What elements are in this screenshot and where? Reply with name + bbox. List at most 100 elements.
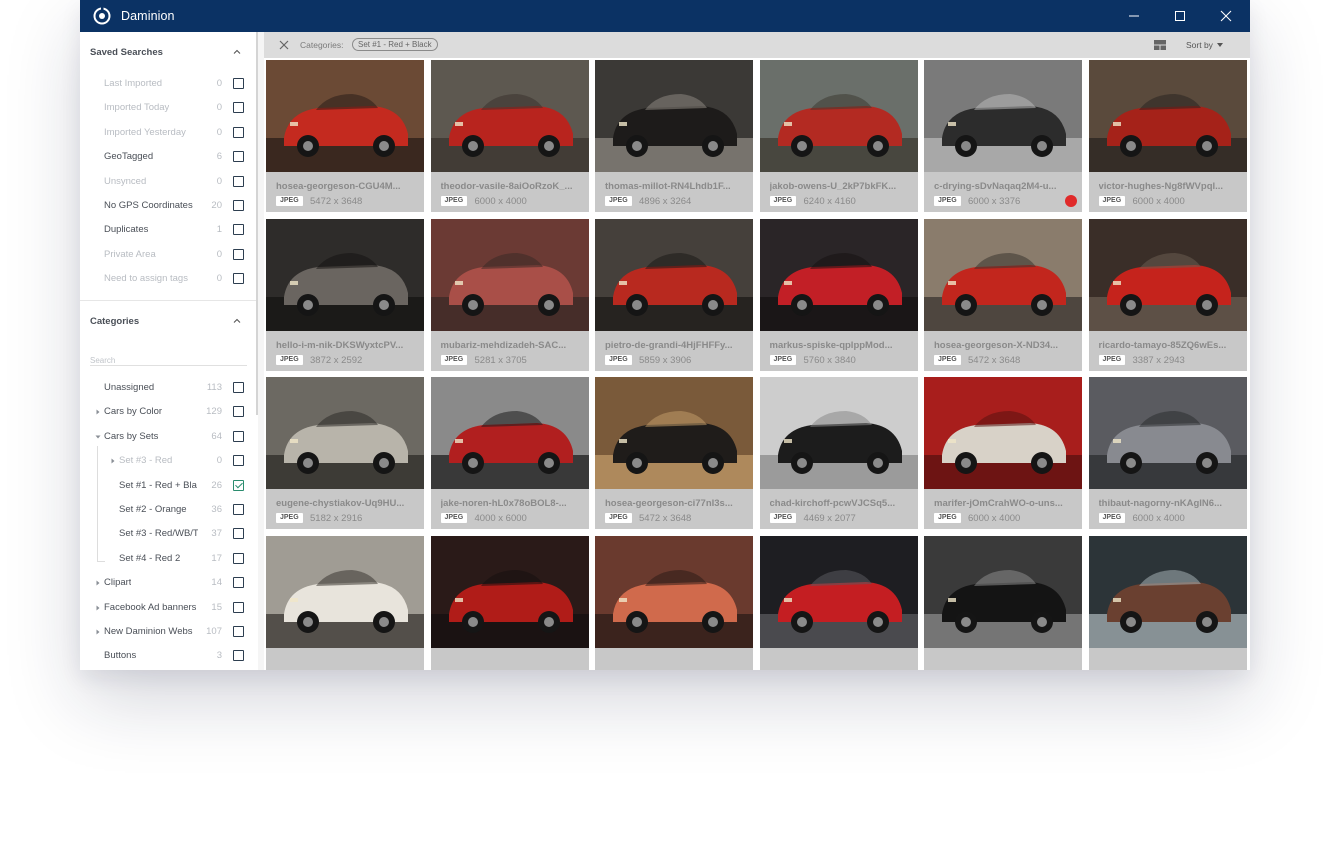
sort-by-dropdown[interactable]: Sort by xyxy=(1186,40,1223,50)
thumbnail-card[interactable]: thibaut-nagorny-nKAglN6... JPEG 6000 x 400… xyxy=(1088,377,1247,529)
thumbnail-card[interactable]: eugene-chystiakov-Uq9HU... JPEG 5182 x 291… xyxy=(266,377,424,529)
thumbnail[interactable] xyxy=(759,218,918,331)
chevron-up-icon[interactable] xyxy=(232,47,242,57)
thumbnail-card[interactable]: jake-noren-hL0x78oBOL8-... JPEG 4000 x 600… xyxy=(430,377,589,529)
thumbnail-card[interactable]: ricardo-tamayo-85ZQ6wEs... JPEG 3387 x 294… xyxy=(1088,218,1247,371)
thumbnail-card[interactable]: jakob-owens-U_2kP7bkFK... JPEG 6240 x 4160 xyxy=(759,60,918,212)
thumbnail-card[interactable]: markus-spiske-qplppMod... JPEG 5760 x 3840 xyxy=(759,218,918,371)
row-checkbox[interactable] xyxy=(233,175,244,187)
thumbnail[interactable] xyxy=(759,377,918,489)
sidebar-row[interactable]: Set #3 - Red 0 xyxy=(80,449,256,473)
thumbnail[interactable] xyxy=(266,535,424,648)
sidebar-row[interactable]: Cars by Sets 64 xyxy=(80,425,256,449)
thumbnail[interactable] xyxy=(1088,218,1247,331)
row-checkbox[interactable] xyxy=(233,455,244,467)
sidebar-row[interactable]: GeoTagged 6 xyxy=(80,145,256,169)
caret-right-icon[interactable] xyxy=(94,408,102,416)
sidebar-row[interactable]: Last Imported 0 xyxy=(80,72,256,96)
sidebar-row[interactable]: Clipart 14 xyxy=(80,571,256,595)
thumbnail[interactable] xyxy=(759,60,918,172)
thumbnail-card[interactable]: chad-kirchoff-pcwVJCSq5... JPEG 4469 x 207… xyxy=(759,377,918,529)
thumbnail[interactable] xyxy=(430,60,589,172)
row-checkbox[interactable] xyxy=(233,577,244,589)
thumbnail-card[interactable]: theodor-vasile-8aiOoRzoK_... JPEG 6000 x 4… xyxy=(430,60,589,212)
sidebar-row[interactable]: Set #1 - Red + Bla 26 xyxy=(80,474,256,498)
thumbnail[interactable] xyxy=(595,60,753,172)
thumbnail[interactable] xyxy=(1088,60,1247,172)
row-checkbox[interactable] xyxy=(233,479,244,491)
row-checkbox[interactable] xyxy=(233,430,244,442)
thumbnail[interactable] xyxy=(430,535,589,648)
thumbnail-card[interactable] xyxy=(924,535,1082,670)
sidebar-row[interactable]: Duplicates 1 xyxy=(80,218,256,242)
caret-down-icon[interactable] xyxy=(94,433,102,441)
thumbnail-card[interactable]: c-drying-sDvNaqaq2M4-u... JPEG 6000 x 3376 xyxy=(924,60,1082,212)
thumbnail-card[interactable]: mubariz-mehdizadeh-SAC... JPEG 5281 x 3705 xyxy=(430,218,589,371)
chevron-up-icon[interactable] xyxy=(232,316,242,326)
thumbnail-card[interactable]: hello-i-m-nik-DKSWyxtcPV... JPEG 3872 x 25… xyxy=(266,218,424,371)
sidebar-row[interactable]: No GPS Coordinates 20 xyxy=(80,194,256,218)
caret-right-icon[interactable] xyxy=(109,457,117,465)
row-checkbox[interactable] xyxy=(233,552,244,564)
row-checkbox[interactable] xyxy=(233,126,244,138)
thumbnail[interactable] xyxy=(595,535,753,648)
thumbnail[interactable] xyxy=(759,535,918,648)
thumbnail-card[interactable]: victor-hughes-Ng8fWVpql... JPEG 6000 x 400… xyxy=(1088,60,1247,212)
maximize-button[interactable] xyxy=(1157,0,1203,32)
thumbnail[interactable] xyxy=(924,60,1082,172)
category-search-input[interactable] xyxy=(90,354,247,365)
sidebar-row[interactable]: Set #3 - Red/WB/T 37 xyxy=(80,522,256,546)
saved-searches-header[interactable]: Saved Searches xyxy=(80,32,256,72)
thumbnail[interactable] xyxy=(1088,535,1247,648)
sidebar-scrollbar-thumb[interactable] xyxy=(256,32,258,415)
close-window-button[interactable] xyxy=(1203,0,1249,32)
thumbnail[interactable] xyxy=(1088,377,1247,489)
sidebar-row[interactable]: Set #4 - Red 2 17 xyxy=(80,547,256,571)
thumbnail-card[interactable]: hosea-georgeson-X-ND34... JPEG 5472 x 3648 xyxy=(924,218,1082,371)
thumbnail-card[interactable] xyxy=(595,535,753,670)
clear-filter-icon[interactable] xyxy=(278,39,290,51)
thumbnail[interactable] xyxy=(924,377,1082,489)
thumbnail[interactable] xyxy=(430,377,589,489)
sidebar-row[interactable]: Facebook Ad banners 15 xyxy=(80,596,256,620)
categories-header[interactable]: Categories xyxy=(80,301,256,341)
sidebar-row[interactable]: Need to assign tags 0 xyxy=(80,267,256,291)
row-checkbox[interactable] xyxy=(233,224,244,236)
thumbnail-card[interactable] xyxy=(759,535,918,670)
row-checkbox[interactable] xyxy=(233,273,244,285)
thumbnail[interactable] xyxy=(595,377,753,489)
row-checkbox[interactable] xyxy=(233,200,244,211)
view-mode-icon[interactable] xyxy=(1154,40,1166,50)
thumbnail[interactable] xyxy=(430,218,589,331)
sidebar-row[interactable]: Unassigned 113 xyxy=(80,376,256,400)
row-checkbox[interactable] xyxy=(233,78,244,89)
caret-right-icon[interactable] xyxy=(94,579,102,587)
sidebar-row[interactable]: Imported Yesterday 0 xyxy=(80,121,256,145)
sidebar-row[interactable]: Set #2 - Orange 36 xyxy=(80,498,256,522)
row-checkbox[interactable] xyxy=(233,382,244,393)
thumbnail-card[interactable]: pietro-de-grandi-4HjFHFFy... JPEG 5859 x 3… xyxy=(595,218,753,371)
sidebar-row[interactable]: Buttons 3 xyxy=(80,644,256,668)
thumbnail-card[interactable] xyxy=(266,535,424,670)
thumbnail[interactable] xyxy=(266,60,424,172)
thumbnail-card[interactable]: marifer-jOmCrahWO-o-uns... JPEG 6000 x 400… xyxy=(924,377,1082,529)
thumbnail[interactable] xyxy=(266,377,424,489)
row-checkbox[interactable] xyxy=(233,151,244,163)
thumbnail-card[interactable] xyxy=(430,535,589,670)
sidebar-row[interactable]: Private Area 0 xyxy=(80,243,256,267)
row-checkbox[interactable] xyxy=(233,650,244,662)
thumbnail-card[interactable]: hosea-georgeson-ci77nI3s... JPEG 5472 x 36… xyxy=(595,377,753,529)
thumbnail[interactable] xyxy=(924,218,1082,331)
row-checkbox[interactable] xyxy=(233,504,244,515)
sidebar-row[interactable]: Cars by Color 129 xyxy=(80,400,256,424)
caret-right-icon[interactable] xyxy=(94,604,102,612)
minimize-button[interactable] xyxy=(1111,0,1157,32)
row-checkbox[interactable] xyxy=(233,528,244,540)
filter-chip[interactable]: Set #1 - Red + Black xyxy=(352,38,438,51)
category-search-box[interactable] xyxy=(90,350,247,366)
thumbnail[interactable] xyxy=(595,218,753,331)
row-checkbox[interactable] xyxy=(233,601,244,613)
thumbnail[interactable] xyxy=(266,218,424,331)
thumbnail-card[interactable]: thomas-millot-RN4Lhdb1F... JPEG 4896 x 326… xyxy=(595,60,753,212)
thumbnail[interactable] xyxy=(924,535,1082,648)
